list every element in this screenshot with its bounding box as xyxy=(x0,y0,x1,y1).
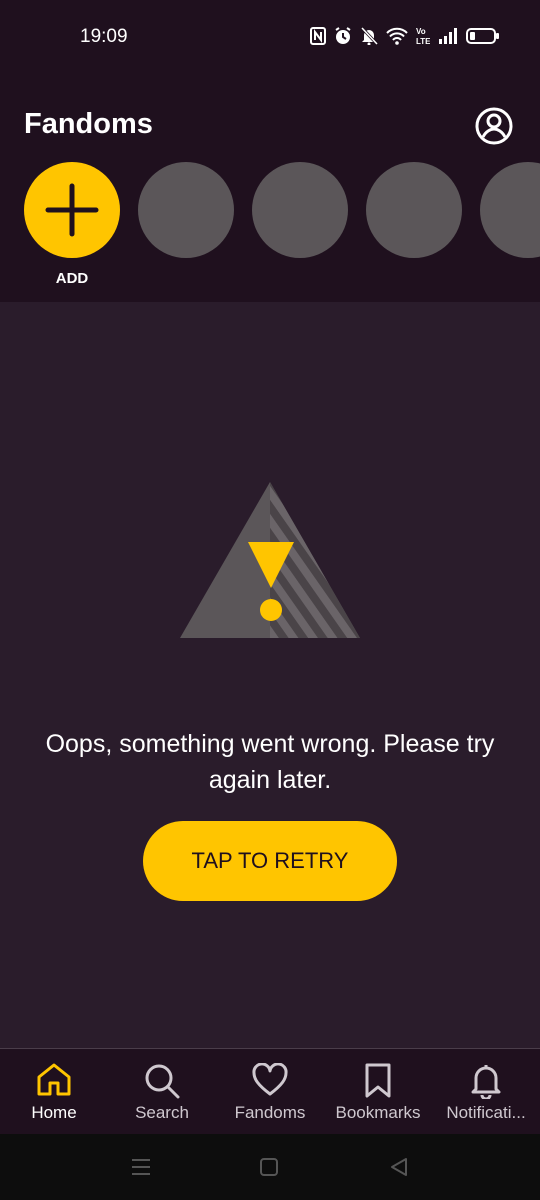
svg-text:Vo: Vo xyxy=(416,27,426,36)
search-icon xyxy=(145,1064,180,1099)
error-message: Oops, something went wrong. Please try a… xyxy=(45,730,495,794)
retry-button[interactable]: TAP TO RETRY xyxy=(143,821,397,901)
home-icon xyxy=(37,1063,71,1096)
nfc-icon xyxy=(310,27,326,45)
mute-icon xyxy=(360,27,378,45)
add-fandom-button[interactable] xyxy=(24,162,120,258)
nav-search-label: Search xyxy=(135,1103,189,1122)
nav-home[interactable]: Home xyxy=(0,1049,108,1135)
fandom-placeholder xyxy=(480,162,540,258)
bottom-nav: Home Search Fandoms Bookmarks Notificati… xyxy=(0,1048,540,1134)
nav-notifications-label: Notificati... xyxy=(446,1103,526,1122)
fandom-row xyxy=(24,162,540,258)
bell-icon xyxy=(471,1065,501,1099)
system-nav-bar xyxy=(0,1134,540,1200)
nav-search[interactable]: Search xyxy=(108,1049,216,1135)
battery-icon xyxy=(466,28,499,44)
nav-bookmarks-label: Bookmarks xyxy=(335,1103,421,1122)
menu-icon[interactable] xyxy=(130,1156,152,1178)
alarm-icon xyxy=(335,27,351,44)
back-icon[interactable] xyxy=(388,1156,410,1178)
fandom-placeholder xyxy=(252,162,348,258)
fandom-placeholder xyxy=(138,162,234,258)
nav-fandoms-label: Fandoms xyxy=(234,1103,306,1122)
status-time: 19:09 xyxy=(80,26,128,47)
home-square-icon[interactable] xyxy=(259,1156,279,1178)
nav-home-label: Home xyxy=(31,1103,77,1122)
bookmark-icon xyxy=(365,1063,391,1098)
plus-icon xyxy=(45,183,99,237)
nav-bookmarks[interactable]: Bookmarks xyxy=(324,1049,432,1135)
svg-text:LTE: LTE xyxy=(416,37,430,46)
add-fandom-label: ADD xyxy=(55,270,89,287)
status-bar: 19:09 Vo LTE xyxy=(0,0,540,72)
volte-icon: VoLTE xyxy=(416,27,430,46)
wifi-icon xyxy=(386,27,408,45)
status-icons: Vo LTE xyxy=(310,22,500,50)
signal-icon xyxy=(439,28,457,44)
header-area: 19:09 Vo LTE Fandoms ADD xyxy=(0,0,540,302)
heart-icon xyxy=(252,1063,288,1096)
nav-notifications[interactable]: Notificati... xyxy=(432,1049,540,1135)
fandom-placeholder xyxy=(366,162,462,258)
profile-icon xyxy=(475,107,513,145)
profile-button[interactable] xyxy=(474,106,514,146)
warning-icon xyxy=(180,482,360,638)
page-title: Fandoms xyxy=(24,108,153,140)
nav-fandoms[interactable]: Fandoms xyxy=(216,1049,324,1135)
